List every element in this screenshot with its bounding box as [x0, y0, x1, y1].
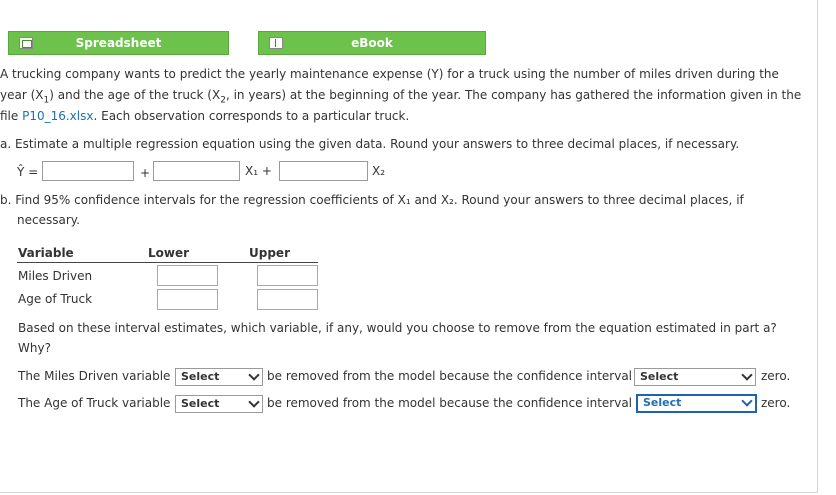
header-variable: Variable: [18, 246, 74, 260]
book-icon: [269, 37, 283, 49]
miles-upper-input[interactable]: [257, 265, 318, 286]
age-sentence-end: zero.: [761, 396, 791, 410]
miles-sentence-end: zero.: [761, 369, 791, 383]
plus-sign: +: [140, 166, 151, 180]
age-upper-input[interactable]: [257, 289, 318, 310]
miles-should-select[interactable]: Select: [175, 368, 263, 386]
x1-label: X₁ +: [245, 164, 272, 178]
miles-sentence-start: The Miles Driven variable: [18, 369, 171, 383]
ebook-button[interactable]: eBook: [258, 31, 486, 55]
removal-question-line-2: Why?: [18, 341, 51, 355]
chevron-down-icon: [248, 396, 260, 408]
miles-lower-input[interactable]: [157, 265, 218, 286]
spreadsheet-button[interactable]: Spreadsheet: [8, 31, 229, 55]
header-upper: Upper: [249, 246, 290, 260]
chevron-down-icon: [248, 369, 260, 381]
x2-label: X₂: [372, 164, 386, 178]
problem-line-3: file P10_16.xlsx. Each observation corre…: [0, 109, 410, 123]
chevron-down-icon: [741, 395, 753, 407]
miles-interval-select[interactable]: Select: [634, 368, 756, 386]
age-sentence-middle: be removed from the model because the co…: [267, 396, 633, 410]
row-label-miles: Miles Driven: [18, 269, 93, 283]
file-link[interactable]: P10_16.xlsx: [22, 109, 93, 123]
age-should-select[interactable]: Select: [175, 395, 263, 413]
age-interval-select[interactable]: Select: [636, 394, 757, 413]
intercept-input[interactable]: [42, 161, 134, 181]
x1-coefficient-input[interactable]: [153, 161, 240, 181]
age-sentence-start: The Age of Truck variable: [18, 396, 171, 410]
problem-line-1: A trucking company wants to predict the …: [0, 67, 779, 81]
row-label-age: Age of Truck: [18, 292, 93, 306]
age-lower-input[interactable]: [157, 289, 218, 310]
part-a-prompt: a. Estimate a multiple regression equati…: [0, 137, 740, 151]
x2-coefficient-input[interactable]: [279, 161, 368, 181]
table-header-rule: [17, 262, 318, 263]
ebook-label: eBook: [351, 36, 393, 50]
part-b-prompt-line-1: b. Find 95% confidence intervals for the…: [0, 193, 744, 207]
chevron-down-icon: [741, 369, 753, 381]
part-b-prompt-line-2: necessary.: [17, 213, 80, 227]
spreadsheet-label: Spreadsheet: [75, 36, 162, 50]
removal-question-line-1: Based on these interval estimates, which…: [18, 321, 777, 335]
spreadsheet-icon: [19, 37, 33, 49]
miles-sentence-middle: be removed from the model because the co…: [267, 369, 633, 383]
header-lower: Lower: [148, 246, 190, 260]
yhat-label: Ŷ =: [17, 165, 39, 179]
